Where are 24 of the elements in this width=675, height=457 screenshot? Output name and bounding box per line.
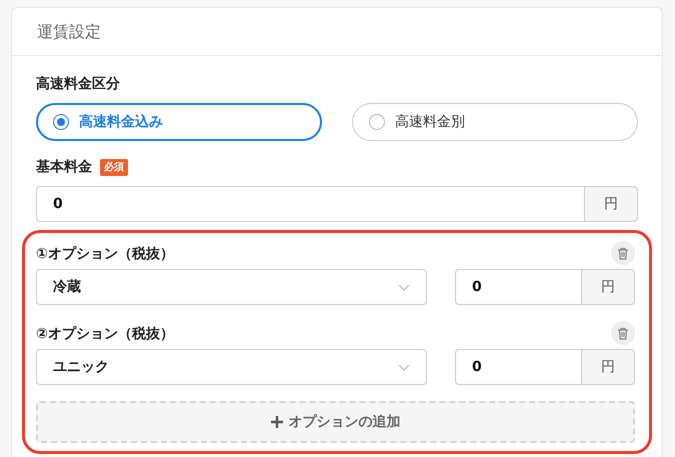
delete-button[interactable]	[611, 321, 635, 345]
amount-field[interactable]: 0	[455, 269, 581, 305]
radio-option[interactable]: 高速料金別	[352, 103, 638, 141]
unit-label: 円	[581, 269, 635, 305]
field-label: 高速料金区分	[36, 74, 121, 94]
option-select[interactable]: ユニック	[36, 349, 427, 385]
trash-icon	[617, 326, 629, 340]
chevron-down-icon	[398, 284, 410, 290]
radio-option[interactable]: 高速料金込み	[36, 103, 322, 141]
trash-icon	[617, 246, 629, 260]
base-fee-field[interactable]: 0	[36, 186, 584, 222]
required-badge: 必須	[100, 159, 128, 176]
option-label: ②オプション（税抜）	[36, 325, 174, 344]
plus-icon	[270, 416, 282, 428]
add-option-button[interactable]: オプションの追加	[36, 401, 635, 443]
card-title: 運賃設定	[37, 20, 101, 42]
chevron-down-icon	[398, 364, 410, 370]
option-select[interactable]: 冷蔵	[36, 269, 427, 305]
field-label: 基本料金	[36, 158, 92, 177]
unit-label: 円	[581, 349, 635, 385]
amount-field[interactable]: 0	[455, 349, 581, 385]
option-label: ①オプション（税抜）	[36, 245, 174, 264]
unit-label: 円	[584, 186, 638, 222]
delete-button[interactable]	[611, 241, 635, 265]
